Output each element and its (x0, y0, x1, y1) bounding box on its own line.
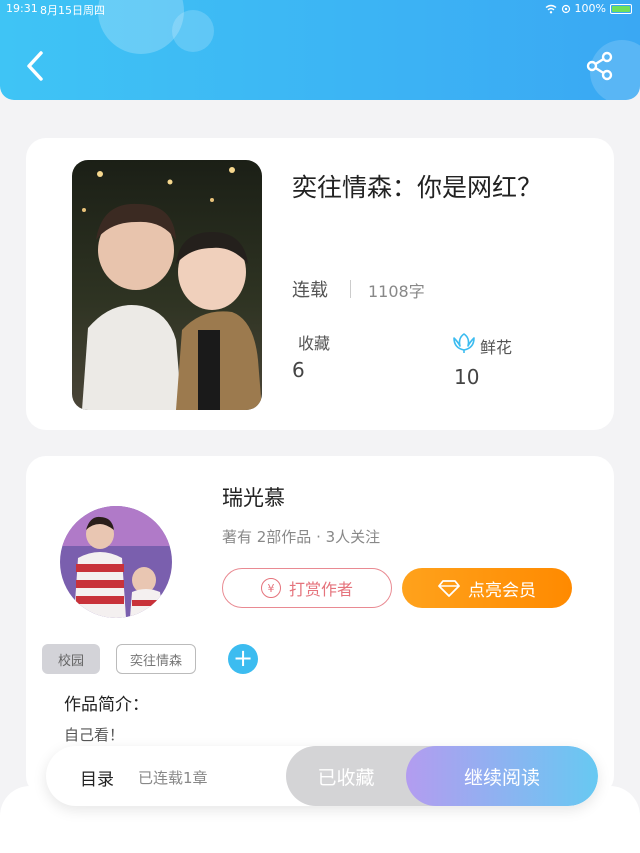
serial-status: 连载 (292, 280, 328, 301)
author-avatar[interactable] (60, 506, 172, 618)
continue-reading-label: 继续阅读 (463, 766, 540, 789)
continue-reading-button[interactable]: 继续阅读 (406, 746, 598, 806)
stat-divider (350, 280, 351, 298)
location-icon (561, 4, 570, 13)
chevron-left-icon (27, 51, 43, 81)
author-stats: 著有 2部作品 · 3人关注 (222, 528, 381, 546)
book-cover-image[interactable] (72, 160, 262, 410)
back-button[interactable] (20, 48, 50, 84)
flowers-count: 10 (454, 365, 480, 389)
top-header: 19:31 8月15日周四 100% (0, 0, 640, 100)
wifi-icon (545, 4, 556, 13)
flowers-label[interactable]: 鲜花 (480, 334, 512, 358)
status-bar: 19:31 8月15日周四 100% (0, 0, 640, 18)
tag-campus[interactable]: 校园 (42, 644, 100, 674)
tag-yiwangqingsen[interactable]: 奕往情森 (116, 644, 196, 674)
author-card: 瑞光慕 著有 2部作品 · 3人关注 ¥ 打赏作者 点亮会员 校园 奕往情森 +… (26, 456, 614, 796)
chapter-count: 已连载1章 (138, 769, 208, 787)
avatar-photo (60, 506, 172, 618)
cover-photo (72, 160, 262, 410)
status-time: 19:31 (6, 2, 38, 15)
yen-icon: ¥ (260, 578, 281, 598)
flower-icon (453, 333, 475, 353)
bottom-action-bar: 目录 已连载1章 已收藏 继续阅读 (46, 746, 598, 806)
tip-author-label: 打赏作者 (288, 580, 353, 599)
battery-percent: 100% (574, 2, 606, 15)
vip-label: 点亮会员 (468, 580, 536, 601)
share-button[interactable] (582, 48, 618, 84)
add-tag-button[interactable]: + (228, 644, 258, 674)
favorites-label: 收藏 (298, 334, 331, 353)
status-right: 100% (545, 2, 632, 15)
activate-vip-button[interactable]: 点亮会员 (402, 568, 572, 608)
status-date: 8月15日周四 (40, 4, 105, 17)
author-name[interactable]: 瑞光慕 (222, 482, 285, 512)
tip-author-button[interactable]: ¥ 打赏作者 (222, 568, 392, 608)
favorites-count: 6 (292, 358, 305, 382)
word-count: 1108字 (368, 282, 425, 301)
book-title: 奕往情森：你是网红？ (292, 173, 543, 202)
diamond-icon (438, 580, 460, 597)
battery-icon (610, 3, 632, 14)
table-of-contents-button[interactable]: 目录 (80, 765, 114, 790)
collected-label: 已收藏 (317, 766, 375, 789)
share-icon (586, 51, 613, 81)
intro-text: 自己看！ (64, 726, 125, 744)
intro-label: 作品简介： (64, 695, 149, 715)
book-info-card: 奕往情森：你是网红？ 连载 1108字 收藏 6 鲜花 10 (26, 138, 614, 430)
